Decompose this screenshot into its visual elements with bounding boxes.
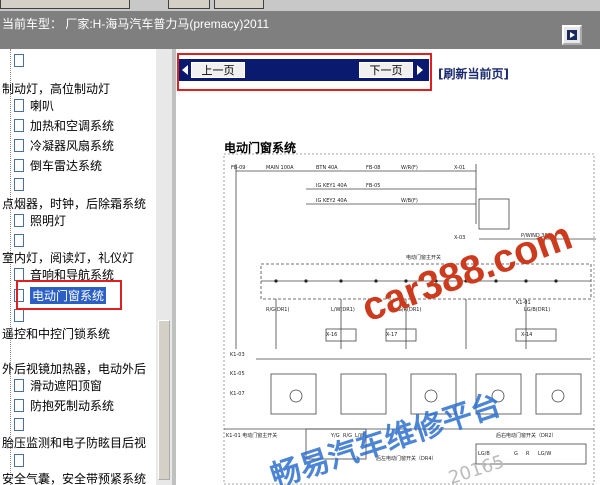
document-icon (14, 53, 24, 67)
tree-item-abs[interactable]: 防抱死制动系统 (14, 396, 114, 414)
sync-icon (567, 30, 577, 40)
tree-label: 外后视镜加热器，电动外后 (2, 361, 147, 376)
document-icon (14, 213, 24, 227)
tree-label: 遥控和中控门锁系统 (2, 326, 111, 341)
document-icon (14, 138, 24, 152)
motor-switch-box (410, 373, 457, 415)
tree-label: 室内灯，阅读灯，礼仪灯 (2, 250, 135, 265)
motor-switch-box (475, 373, 522, 415)
connector-table (475, 443, 587, 465)
tree-item-sunroof[interactable]: 滑动遮阳顶窗 (14, 376, 102, 394)
toolbar-tab-1[interactable] (0, 0, 130, 9)
tree-line (10, 89, 11, 167)
tree-label: 照明灯 (30, 213, 67, 228)
connector-table (305, 428, 367, 460)
tree-item[interactable] (14, 451, 30, 469)
highlight-box-selected (16, 280, 122, 310)
tree-folder-interior-lights[interactable]: 室内灯，阅读灯，礼仪灯 (2, 248, 134, 266)
motor-symbol (424, 389, 438, 403)
motor-symbol (491, 389, 505, 403)
document-icon (14, 417, 24, 431)
tree-label: 滑动遮阳顶窗 (30, 378, 103, 393)
tree-item[interactable] (14, 231, 30, 249)
tree-label: 安全气囊，安全带预紧系统 (2, 471, 147, 485)
tree-label: 制动灯，高位制动灯 (2, 81, 111, 96)
relay-box (478, 198, 510, 230)
document-icon (14, 233, 24, 247)
tree-label: 胎压监测和电子防眩目后视 (2, 435, 147, 450)
tree-item[interactable] (14, 415, 30, 433)
tree-folder-airbags[interactable]: 安全气囊，安全带预紧系统 (2, 469, 146, 485)
tree-label: 点烟器，时钟，后除霜系统 (2, 196, 147, 211)
tree-label: 冷凝器风扇系统 (30, 138, 115, 153)
tree-folder-tire-pressure[interactable]: 胎压监测和电子防眩目后视 (2, 433, 146, 451)
tree-item-hvac[interactable]: 加热和空调系统 (14, 116, 114, 134)
tree-label: 倒车雷达系统 (30, 158, 103, 173)
document-icon (14, 398, 24, 412)
tree-folder-mirrors[interactable]: 外后视镜加热器，电动外后 (2, 359, 146, 377)
document-icon (14, 453, 24, 467)
document-icon (14, 98, 24, 112)
motor-switch-box (340, 373, 387, 415)
tree-item-condenser-fan[interactable]: 冷凝器风扇系统 (14, 136, 114, 154)
highlight-box-nav (177, 53, 432, 91)
sidebar-tree: 制动灯，高位制动灯 喇叭 加热和空调系统 冷凝器风扇系统 倒车雷达系统 点烟器，… (0, 49, 172, 485)
tree-item[interactable] (14, 175, 30, 193)
top-toolbar (0, 0, 600, 11)
diagram-border (223, 153, 595, 485)
motor-symbol (289, 389, 303, 403)
tree-item-horn[interactable]: 喇叭 (14, 96, 54, 114)
motor-symbol (551, 389, 565, 403)
tree-folder-brake-lights[interactable]: 制动灯，高位制动灯 (2, 79, 110, 97)
tree-folder-cigarette-lighter[interactable]: 点烟器，时钟，后除霜系统 (2, 194, 146, 212)
document-icon (14, 177, 24, 191)
document-icon (14, 308, 24, 322)
current-car-model: 当前车型： 厂家:H-海马汽车普力马(premacy)2011 (2, 17, 270, 31)
document-icon (14, 158, 24, 172)
connector-box (515, 328, 557, 342)
tree-folder-remote-locks[interactable]: 遥控和中控门锁系统 (2, 324, 110, 342)
switch-bus-box (260, 263, 592, 300)
tree-item[interactable] (14, 51, 30, 69)
scrollbar-thumb[interactable] (158, 320, 170, 480)
sync-button[interactable] (562, 25, 582, 45)
tree-label: 防抱死制动系统 (30, 398, 115, 413)
document-icon (14, 118, 24, 132)
tree-label: 加热和空调系统 (30, 118, 115, 133)
wiring-diagram (223, 153, 596, 485)
tree-item-lighting[interactable]: 照明灯 (14, 211, 66, 229)
tree-item-reverse-radar[interactable]: 倒车雷达系统 (14, 156, 102, 174)
motor-switch-box (270, 373, 317, 415)
motor-switch-box (535, 373, 582, 415)
connector-box (385, 328, 417, 342)
document-icon (14, 267, 24, 281)
tree-label: 喇叭 (30, 98, 55, 113)
document-icon (14, 378, 24, 392)
content-pane: 上一页 下一页 [刷新当前页] 电动门窗系统 FB-09 MAIN 100A B… (176, 49, 600, 485)
toolbar-tab-2[interactable] (168, 0, 210, 9)
toolbar-tab-3[interactable] (214, 0, 264, 9)
header-bar: 当前车型： 厂家:H-海马汽车普力马(premacy)2011 (0, 11, 600, 49)
